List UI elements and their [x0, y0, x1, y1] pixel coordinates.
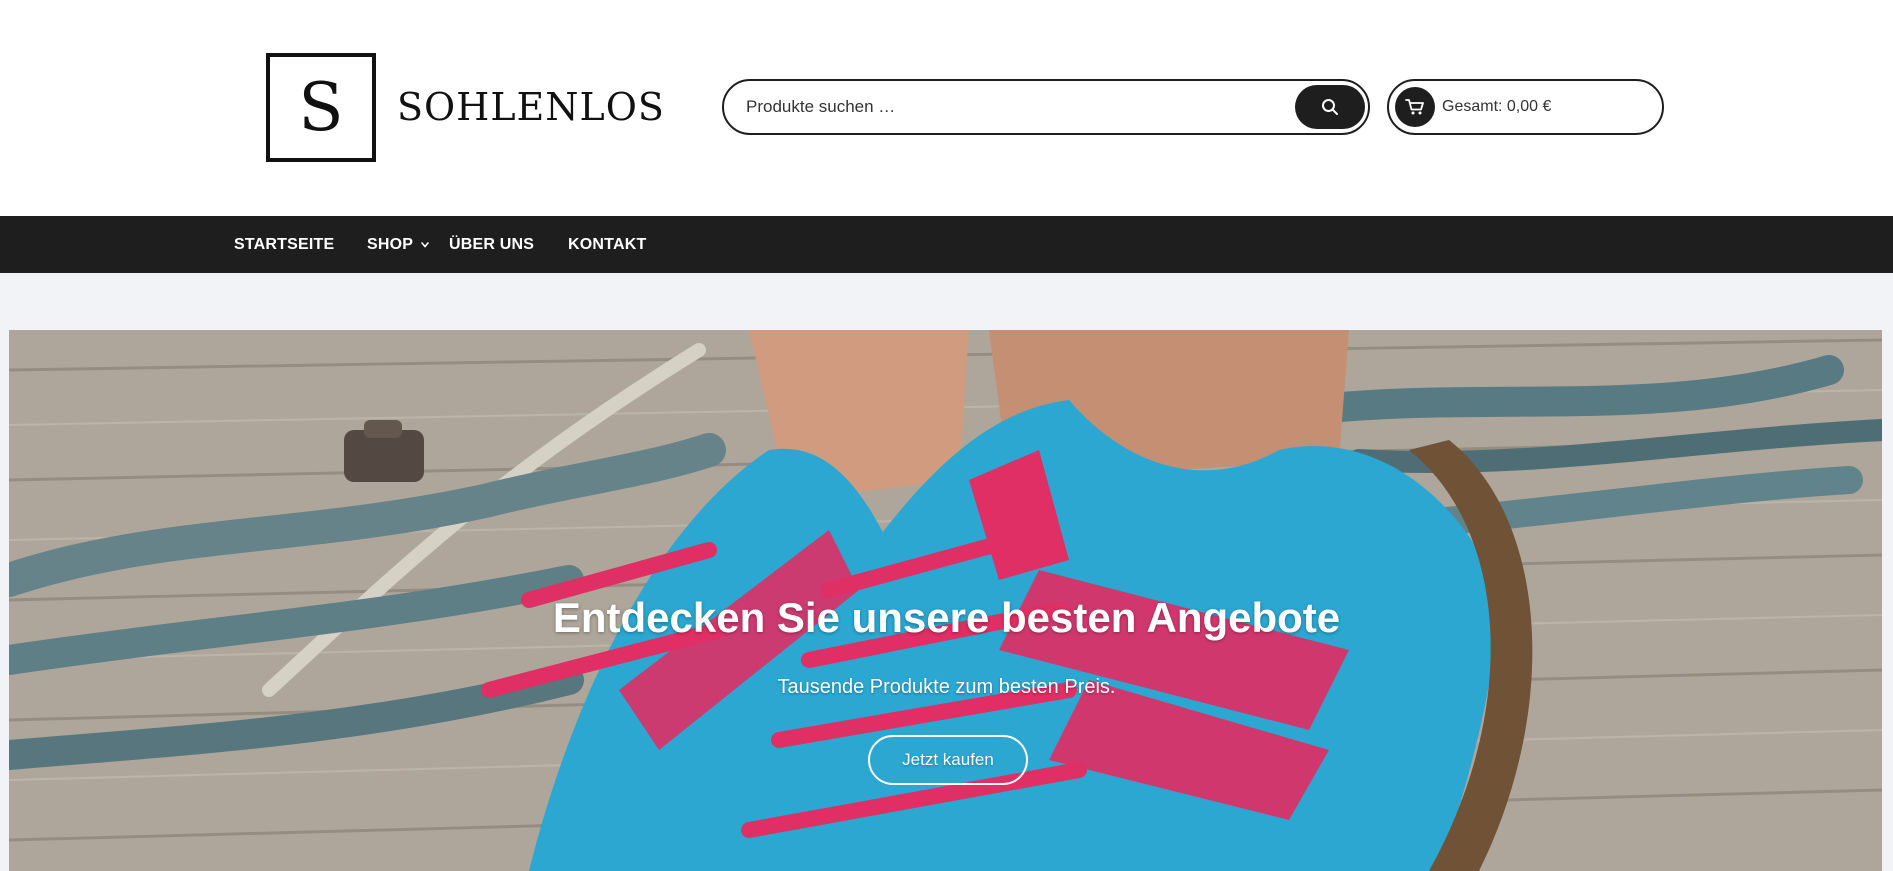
nav-item-ueber-uns[interactable]: ÜBER UNS — [449, 216, 534, 273]
search-form — [722, 79, 1370, 135]
nav-item-label: ÜBER UNS — [449, 236, 535, 253]
nav-item-label: STARTSEITE — [234, 236, 335, 253]
search-input[interactable] — [746, 81, 1286, 133]
search-button[interactable] — [1295, 85, 1365, 129]
nav-item-startseite[interactable]: STARTSEITE — [234, 216, 334, 273]
logo-letter: S — [298, 68, 344, 146]
nav-item-label: SHOP — [367, 236, 413, 253]
main-navigation: STARTSEITE SHOP ÜBER UNS KONTAKT — [0, 216, 1893, 273]
nav-item-label: KONTAKT — [568, 236, 647, 253]
hero-title: Entdecken Sie unsere besten Angebote — [552, 594, 1341, 641]
cart-button[interactable]: Gesamt: 0,00 € — [1387, 79, 1664, 135]
site-header: S SOHLENLOS Gesamt: 0,00 € — [0, 0, 1893, 216]
cart-total: Gesamt: 0,00 € — [1442, 98, 1552, 115]
shop-now-button[interactable]: Jetzt kaufen — [868, 735, 1028, 785]
nav-item-kontakt[interactable]: KONTAKT — [568, 216, 646, 273]
chevron-down-icon — [420, 242, 429, 248]
cart-icon — [1405, 99, 1424, 115]
search-icon — [1322, 99, 1338, 115]
logo-mark: S — [266, 53, 376, 162]
hero-subtitle: Tausende Produkte zum besten Preis. — [777, 676, 1116, 698]
nav-item-shop[interactable]: SHOP — [367, 216, 429, 273]
logo-text: SOHLENLOS — [397, 85, 665, 129]
cart-icon-wrapper — [1395, 87, 1435, 127]
